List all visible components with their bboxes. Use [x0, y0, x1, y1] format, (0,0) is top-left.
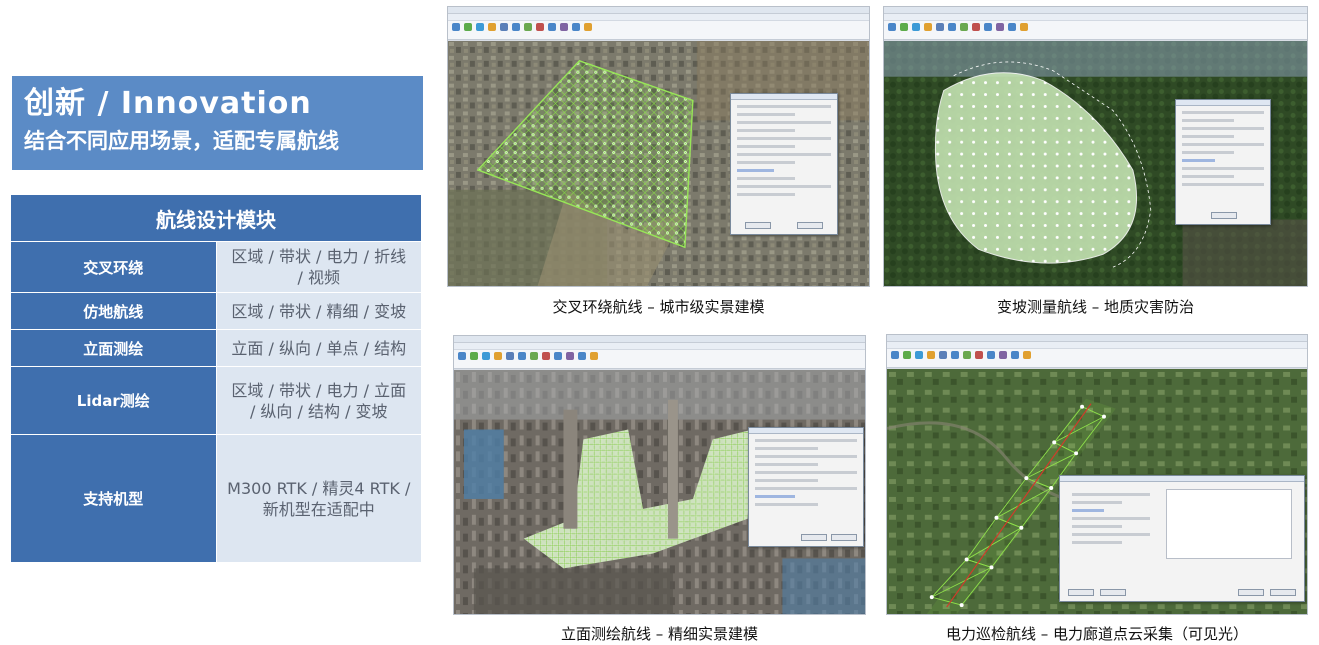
- ribbon-toolbar: [884, 14, 1307, 40]
- row-value-supported-models: M300 RTK / 精灵4 RTK /新机型在适配中: [215, 434, 422, 563]
- satellite-map-power-corridor[interactable]: [887, 369, 1307, 614]
- row-value-terrain-follow: 区域 / 带状 / 精细 / 变坡: [215, 292, 422, 330]
- row-label-lidar: Lidar测绘: [10, 366, 217, 435]
- mission-parameters-dialog[interactable]: [730, 93, 838, 235]
- screenshot-power-line-route: [886, 334, 1308, 615]
- banner-title: 创新 / Innovation: [24, 86, 312, 121]
- tower-table[interactable]: [1166, 489, 1292, 559]
- table-row: Lidar测绘 区域 / 带状 / 电力 / 立面 / 纵向 / 结构 / 变坡: [10, 366, 422, 435]
- route-design-module-table: 航线设计模块 交叉环绕 区域 / 带状 / 电力 / 折线 / 视频 仿地航线 …: [10, 194, 422, 563]
- ribbon-toolbar: [887, 342, 1307, 368]
- ribbon-toolbar: [454, 343, 865, 369]
- screenshot-facade-mapping-route: [453, 335, 866, 615]
- ignore-button[interactable]: [801, 534, 827, 541]
- submit-button[interactable]: [797, 222, 823, 229]
- caption-facade-mapping: 立面测绘航线 – 精细实景建模: [560, 625, 759, 643]
- ribbon-toolbar: [448, 14, 869, 40]
- cancel-button[interactable]: [1100, 589, 1126, 596]
- module-table-header: 航线设计模块: [10, 194, 422, 242]
- screenshot-slope-survey-route: [883, 6, 1308, 287]
- next-button[interactable]: [831, 534, 857, 541]
- row-label-facade: 立面测绘: [10, 329, 217, 367]
- row-label-supported-models: 支持机型: [10, 434, 217, 563]
- submit-button[interactable]: [1068, 589, 1094, 596]
- caption-cross-orbit: 交叉环绕航线 – 城市级实景建模: [552, 298, 765, 316]
- submit-button[interactable]: [1211, 212, 1237, 219]
- satellite-map-urban[interactable]: [448, 41, 869, 286]
- table-row: 仿地航线 区域 / 带状 / 精细 / 变坡: [10, 292, 422, 330]
- screenshot-cross-orbit-route: [447, 6, 870, 287]
- caption-power-inspection: 电力巡检航线 – 电力廊道点云采集（可见光）: [945, 625, 1249, 643]
- window-titlebar: [884, 7, 1307, 14]
- power-line-setup-dialog[interactable]: [1059, 475, 1305, 602]
- facade-setup-dialog[interactable]: [748, 427, 864, 547]
- row-value-facade: 立面 / 纵向 / 单点 / 结构: [215, 329, 422, 367]
- window-titlebar: [448, 7, 869, 14]
- innovation-banner: 创新 / Innovation 结合不同应用场景，适配专属航线: [12, 76, 423, 170]
- row-label-cross-orbit: 交叉环绕: [10, 241, 217, 293]
- row-value-cross-orbit: 区域 / 带状 / 电力 / 折线 / 视频: [215, 241, 422, 293]
- table-row: 立面测绘 立面 / 纵向 / 单点 / 结构: [10, 329, 422, 367]
- window-titlebar: [454, 336, 865, 343]
- preview-button[interactable]: [745, 222, 771, 229]
- table-row: 支持机型 M300 RTK / 精灵4 RTK /新机型在适配中: [10, 434, 422, 563]
- option-button[interactable]: [1238, 589, 1264, 596]
- row-value-lidar: 区域 / 带状 / 电力 / 立面 / 纵向 / 结构 / 变坡: [215, 366, 422, 435]
- terrain-map-slope[interactable]: [884, 41, 1307, 286]
- apply-button[interactable]: [1270, 589, 1296, 596]
- table-row: 交叉环绕 区域 / 带状 / 电力 / 折线 / 视频: [10, 241, 422, 293]
- caption-slope-survey: 变坡测量航线 – 地质灾害防治: [996, 298, 1195, 316]
- row-label-terrain-follow: 仿地航线: [10, 292, 217, 330]
- slope-parameters-dialog[interactable]: [1175, 99, 1271, 225]
- 3d-model-refinery[interactable]: [454, 370, 865, 614]
- window-titlebar: [887, 335, 1307, 342]
- banner-subtitle: 结合不同应用场景，适配专属航线: [24, 129, 339, 153]
